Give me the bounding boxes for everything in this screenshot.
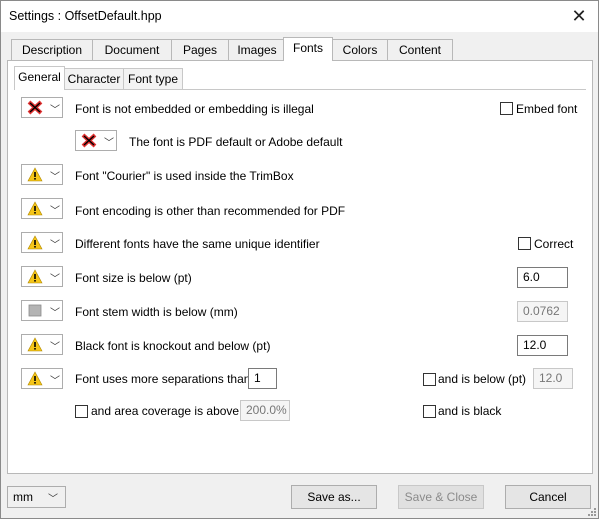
- and-below-checkbox[interactable]: [423, 373, 436, 386]
- chevron-down-icon: ﹀: [104, 138, 114, 149]
- warning-icon: [27, 269, 43, 284]
- severity-dropdown[interactable]: ﹀: [21, 300, 63, 321]
- close-icon[interactable]: ✕: [568, 5, 590, 27]
- tab-pages[interactable]: Pages: [171, 39, 229, 60]
- severity-dropdown[interactable]: ﹀: [21, 334, 63, 355]
- severity-dropdown[interactable]: ﹀: [21, 232, 63, 253]
- warning-icon: [27, 371, 43, 386]
- unit-select-value: mm: [13, 490, 33, 504]
- font-size-field[interactable]: 6.0: [517, 267, 568, 288]
- tab-description[interactable]: Description: [11, 39, 93, 60]
- save-as-button[interactable]: Save as...: [291, 485, 377, 509]
- row-label: Font size is below (pt): [75, 271, 192, 285]
- embed-font-label: Embed font: [516, 102, 578, 116]
- row-label: Font encoding is other than recommended …: [75, 204, 346, 218]
- row-label: Black font is knockout and below (pt): [75, 339, 271, 353]
- black-knockout-field[interactable]: 12.0: [517, 335, 568, 356]
- severity-dropdown[interactable]: ﹀: [21, 164, 63, 185]
- warning-icon: [27, 337, 43, 352]
- severity-dropdown[interactable]: ﹀: [21, 266, 63, 287]
- tab-content[interactable]: Content: [387, 39, 453, 60]
- embed-font-checkbox[interactable]: [500, 102, 513, 115]
- separations-field[interactable]: 1: [248, 368, 277, 389]
- chevron-down-icon: ﹀: [50, 206, 60, 217]
- main-tabs: Description Document Pages Images Fonts …: [7, 37, 591, 61]
- warning-icon: [27, 167, 43, 182]
- severity-dropdown[interactable]: ﹀: [75, 130, 117, 151]
- disabled-icon: [28, 304, 42, 317]
- tab-fonts[interactable]: Fonts: [283, 37, 333, 61]
- severity-dropdown[interactable]: ﹀: [21, 97, 63, 118]
- window-title: Settings : OffsetDefault.hpp: [9, 9, 162, 23]
- unit-select[interactable]: mm ﹀: [7, 486, 66, 508]
- row-label: The font is PDF default or Adobe default: [129, 135, 343, 149]
- chevron-down-icon: ﹀: [50, 376, 60, 387]
- and-below-field[interactable]: 12.0: [533, 368, 573, 389]
- row-label: Font uses more separations than: [75, 372, 251, 386]
- chevron-down-icon: ﹀: [50, 105, 60, 116]
- chevron-down-icon: ﹀: [50, 240, 60, 251]
- cancel-button[interactable]: Cancel: [505, 485, 591, 509]
- subtab-character[interactable]: Character: [64, 68, 124, 89]
- subtab-general[interactable]: General: [14, 66, 65, 90]
- resize-grip-icon[interactable]: [587, 507, 597, 517]
- row-label: Font stem width is below (mm): [75, 305, 238, 319]
- save-close-button[interactable]: Save & Close: [398, 485, 484, 509]
- is-black-label: and is black: [438, 404, 502, 418]
- chevron-down-icon: ﹀: [50, 172, 60, 183]
- chevron-down-icon: ﹀: [48, 494, 58, 505]
- chevron-down-icon: ﹀: [50, 274, 60, 285]
- area-coverage-label: and area coverage is above: [91, 404, 240, 418]
- area-coverage-checkbox[interactable]: [75, 405, 88, 418]
- severity-dropdown[interactable]: ﹀: [21, 198, 63, 219]
- correct-label: Correct: [534, 237, 574, 251]
- row-label: Font is not embedded or embedding is ill…: [75, 102, 314, 116]
- tab-document[interactable]: Document: [92, 39, 172, 60]
- title-bar: Settings : OffsetDefault.hpp ✕: [1, 1, 598, 32]
- stem-width-field[interactable]: 0.0762: [517, 301, 568, 322]
- error-icon: [27, 100, 43, 115]
- subtab-font-type[interactable]: Font type: [123, 68, 183, 89]
- severity-dropdown[interactable]: ﹀: [21, 368, 63, 389]
- warning-icon: [27, 235, 43, 250]
- and-below-label: and is below (pt): [438, 372, 527, 386]
- chevron-down-icon: ﹀: [50, 342, 60, 353]
- row-label: Font "Courier" is used inside the TrimBo…: [75, 169, 294, 183]
- is-black-checkbox[interactable]: [423, 405, 436, 418]
- tab-colors[interactable]: Colors: [332, 39, 388, 60]
- area-coverage-field[interactable]: 200.0%: [240, 400, 290, 421]
- correct-checkbox[interactable]: [518, 237, 531, 250]
- tab-images[interactable]: Images: [228, 39, 286, 60]
- error-icon: [81, 133, 97, 148]
- warning-icon: [27, 201, 43, 216]
- row-label: Different fonts have the same unique ide…: [75, 237, 320, 251]
- chevron-down-icon: ﹀: [50, 308, 60, 319]
